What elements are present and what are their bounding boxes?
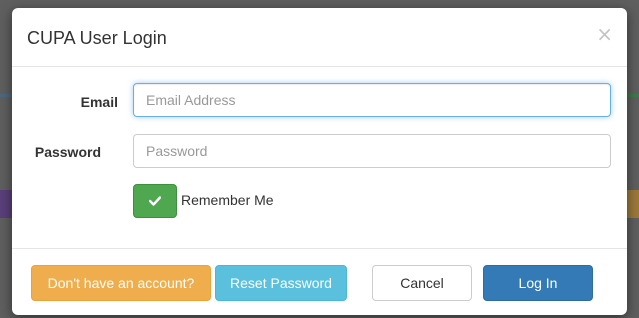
background-page-strip — [0, 190, 12, 218]
cancel-button[interactable]: Cancel — [372, 265, 472, 301]
modal-header: CUPA User Login × — [12, 8, 627, 67]
modal-footer: Don't have an account? Reset Password Ca… — [12, 248, 627, 315]
check-icon — [149, 196, 161, 206]
background-page-strip — [627, 94, 639, 97]
background-page-strip — [627, 190, 639, 218]
remember-me-checkbox[interactable] — [133, 184, 177, 218]
email-field[interactable] — [133, 83, 611, 117]
remember-me-label: Remember Me — [181, 192, 274, 208]
login-modal: CUPA User Login × Email Password Remembe… — [12, 8, 627, 315]
password-label: Password — [34, 144, 101, 160]
signup-button[interactable]: Don't have an account? — [31, 265, 211, 301]
login-button[interactable]: Log In — [483, 265, 593, 301]
modal-title: CUPA User Login — [27, 28, 167, 48]
password-field[interactable] — [133, 134, 611, 168]
close-icon[interactable]: × — [596, 24, 613, 44]
email-label: Email — [80, 94, 118, 110]
reset-password-button[interactable]: Reset Password — [215, 265, 347, 301]
